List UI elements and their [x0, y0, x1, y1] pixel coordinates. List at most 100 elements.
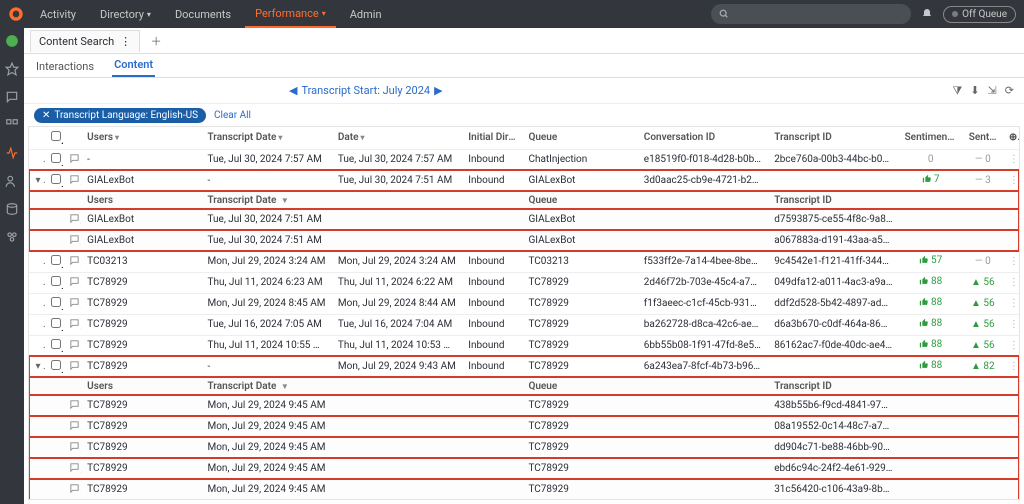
next-period-icon[interactable]: ▶	[434, 84, 442, 97]
nav-item-activity[interactable]: Activity	[30, 1, 86, 28]
col-settings[interactable]: ⊕	[1003, 127, 1019, 149]
col-transcript-id[interactable]: Transcript ID	[768, 127, 898, 149]
transcript-toolbar: ◀ Transcript Start: July 2024 ▶ ⧩ ⬇ ⇲ ⟳	[24, 78, 1024, 104]
row-checkbox[interactable]	[51, 153, 61, 163]
row-checkbox[interactable]	[51, 360, 61, 370]
sub-table-row[interactable]: TC78929Mon, Jul 29, 2024 9:45 AMTC789293…	[29, 479, 1019, 500]
sub-table-row[interactable]: TC78929Mon, Jul 29, 2024 9:45 AMTC78929d…	[29, 437, 1019, 458]
subtab-interactions[interactable]: Interactions	[34, 56, 96, 77]
col-direction[interactable]: Initial Direction▾	[462, 127, 522, 149]
nav-item-documents[interactable]: Documents	[165, 1, 241, 28]
col-sentiment-score[interactable]: Sentiment Sc...▾	[899, 127, 963, 149]
table-row[interactable]: TC78929Thu, Jul 11, 2024 10:55 AMThu, Ju…	[29, 335, 1019, 356]
people-icon[interactable]	[5, 174, 19, 188]
subtab-content[interactable]: Content	[112, 54, 155, 77]
row-overflow-icon[interactable]: ⋮	[1009, 175, 1019, 186]
sub-table-row[interactable]: GIALexBotTue, Jul 30, 2024 7:51 AMGIALex…	[29, 230, 1019, 251]
transcript-start-label[interactable]: Transcript Start: July 2024	[301, 84, 430, 97]
cell-direction: Inbound	[462, 251, 522, 272]
chat-bubble-icon	[69, 399, 80, 410]
cell-transcript-id	[768, 170, 898, 191]
row-overflow-icon[interactable]: ⋮	[1009, 361, 1019, 372]
collapse-icon[interactable]: ▾	[33, 175, 43, 186]
thumbs-up-icon	[919, 318, 929, 328]
tab-content-search[interactable]: Content Search ⋮	[30, 30, 140, 52]
filter-icon[interactable]: ⧩	[953, 84, 963, 98]
cell-direction: Inbound	[462, 335, 522, 356]
nav-item-performance[interactable]: Performance ▾	[245, 1, 336, 28]
table-row[interactable]: TC78929Thu, Jul 11, 2024 6:23 AMThu, Jul…	[29, 272, 1019, 293]
chat-icon[interactable]	[5, 90, 19, 104]
row-overflow-icon[interactable]: ⋮	[1009, 298, 1019, 309]
cell-conversation-id: f533ff2e-7a14-4bee-8be7-f103db08850	[638, 251, 768, 272]
sub-col-queue[interactable]: Queue	[522, 377, 637, 395]
activity-icon[interactable]	[5, 146, 19, 160]
col-users[interactable]: Users▾	[81, 127, 201, 149]
refresh-icon[interactable]: ⟳	[1005, 84, 1014, 98]
sub-table-row[interactable]: TC78929Mon, Jul 29, 2024 9:45 AMTC789294…	[29, 395, 1019, 416]
global-search[interactable]	[711, 4, 911, 24]
row-checkbox[interactable]	[51, 276, 61, 286]
cell-users: TC78929	[81, 356, 201, 377]
group-icon[interactable]	[5, 230, 19, 244]
add-tab-button[interactable]: ＋	[146, 33, 166, 49]
star-icon[interactable]	[5, 62, 19, 76]
chat-bubble-icon	[69, 441, 80, 452]
row-checkbox[interactable]	[51, 255, 61, 265]
cell-trend: — 0	[963, 251, 1003, 272]
bell-icon[interactable]	[921, 8, 933, 20]
clear-all-button[interactable]: Clear All	[214, 110, 251, 121]
table-row[interactable]: TC78929Tue, Jul 16, 2024 7:05 AMTue, Jul…	[29, 314, 1019, 335]
select-all-checkbox[interactable]	[51, 131, 61, 141]
col-conversation-id[interactable]: Conversation ID	[638, 127, 768, 149]
cell-users: TC78929	[81, 458, 201, 479]
collapse-icon[interactable]: ▾	[33, 361, 43, 372]
col-queue[interactable]: Queue	[522, 127, 637, 149]
tab-menu-icon[interactable]: ⋮	[120, 35, 131, 48]
row-overflow-icon[interactable]: ⋮	[1009, 277, 1019, 288]
col-date[interactable]: Date▾	[332, 127, 462, 149]
row-overflow-icon[interactable]: ⋮	[1009, 256, 1019, 267]
prev-period-icon[interactable]: ◀	[289, 84, 297, 97]
sub-col-queue[interactable]: Queue	[522, 191, 637, 209]
cell-queue: GIALexBot	[522, 209, 637, 230]
sub-table-row[interactable]: TC78929Mon, Jul 29, 2024 9:45 AMTC78929e…	[29, 458, 1019, 479]
table-row[interactable]: ▾GIALexBot-Tue, Jul 30, 2024 7:51 AMInbo…	[29, 170, 1019, 191]
row-overflow-icon[interactable]: ⋮	[1009, 319, 1019, 330]
table-row[interactable]: TC78929Mon, Jul 29, 2024 8:45 AMMon, Jul…	[29, 293, 1019, 314]
sub-col-transcript-id[interactable]: Transcript ID	[768, 191, 898, 209]
row-checkbox[interactable]	[51, 318, 61, 328]
cell-queue: TC78929	[522, 479, 637, 500]
queue-status[interactable]: Off Queue	[943, 6, 1016, 23]
cell-direction: Inbound	[462, 170, 522, 191]
sub-col-users[interactable]: Users	[81, 191, 201, 209]
row-checkbox[interactable]	[51, 297, 61, 307]
chip-remove-icon[interactable]: ✕	[42, 110, 50, 121]
table-row[interactable]: ▾TC78929-Mon, Jul 29, 2024 9:43 AMInboun…	[29, 356, 1019, 377]
sub-col-transcript-date[interactable]: Transcript Date ▼	[202, 191, 332, 209]
row-checkbox[interactable]	[51, 174, 61, 184]
cell-sentiment: 88	[899, 272, 963, 293]
row-checkbox[interactable]	[51, 339, 61, 349]
sub-col-transcript-date[interactable]: Transcript Date ▼	[202, 377, 332, 395]
row-overflow-icon[interactable]: ⋮	[1009, 340, 1019, 351]
download-icon[interactable]: ⬇	[970, 84, 979, 98]
col-sentiment-trend[interactable]: Sentiment Tre...▾	[963, 127, 1003, 149]
sub-table-row[interactable]: GIALexBotTue, Jul 30, 2024 7:51 AMGIALex…	[29, 209, 1019, 230]
data-icon[interactable]	[5, 202, 19, 216]
filter-chip-language[interactable]: ✕ Transcript Language: English-US	[34, 108, 206, 123]
grid-icon[interactable]	[5, 118, 19, 132]
table-row[interactable]: TC03213Mon, Jul 29, 2024 3:24 AMMon, Jul…	[29, 251, 1019, 272]
sub-table-row[interactable]: TC78929Mon, Jul 29, 2024 9:45 AMTC789290…	[29, 416, 1019, 437]
row-overflow-icon[interactable]: ⋮	[1009, 154, 1019, 165]
sub-col-transcript-id[interactable]: Transcript ID	[768, 377, 898, 395]
nav-item-directory[interactable]: Directory ▾	[90, 1, 161, 28]
cell-transcript-date: Tue, Jul 16, 2024 7:05 AM	[202, 314, 332, 335]
filter-chipbar: ✕ Transcript Language: English-US Clear …	[24, 104, 1024, 126]
avatar-icon[interactable]	[5, 34, 19, 48]
nav-item-admin[interactable]: Admin	[340, 1, 392, 28]
sub-col-users[interactable]: Users	[81, 377, 201, 395]
export-icon[interactable]: ⇲	[988, 84, 997, 98]
col-transcript-date[interactable]: Transcript Date▾	[202, 127, 332, 149]
table-row[interactable]: -Tue, Jul 30, 2024 7:57 AMTue, Jul 30, 2…	[29, 149, 1019, 170]
